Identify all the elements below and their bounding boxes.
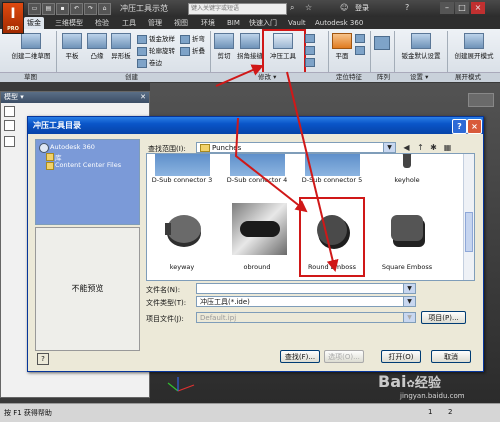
watermark-brand-text-2: 经验: [414, 376, 441, 391]
arrow-to-round-emboss: [286, 71, 339, 272]
logo-sub: PRO: [7, 26, 19, 32]
watermark-brand: Bai✿经验: [378, 372, 441, 391]
inventor-logo[interactable]: I PRO: [2, 2, 24, 34]
baidu-paw-icon: ✿: [406, 379, 415, 390]
arrow-to-punch-tool: [215, 64, 264, 87]
arrow-between-tools: [234, 117, 308, 213]
watermark-brand-text: Bai: [378, 372, 407, 391]
annotation-arrows: [215, 64, 339, 272]
watermark-url: jingyan.baidu.com: [400, 392, 465, 400]
logo-letter: I: [10, 6, 16, 22]
